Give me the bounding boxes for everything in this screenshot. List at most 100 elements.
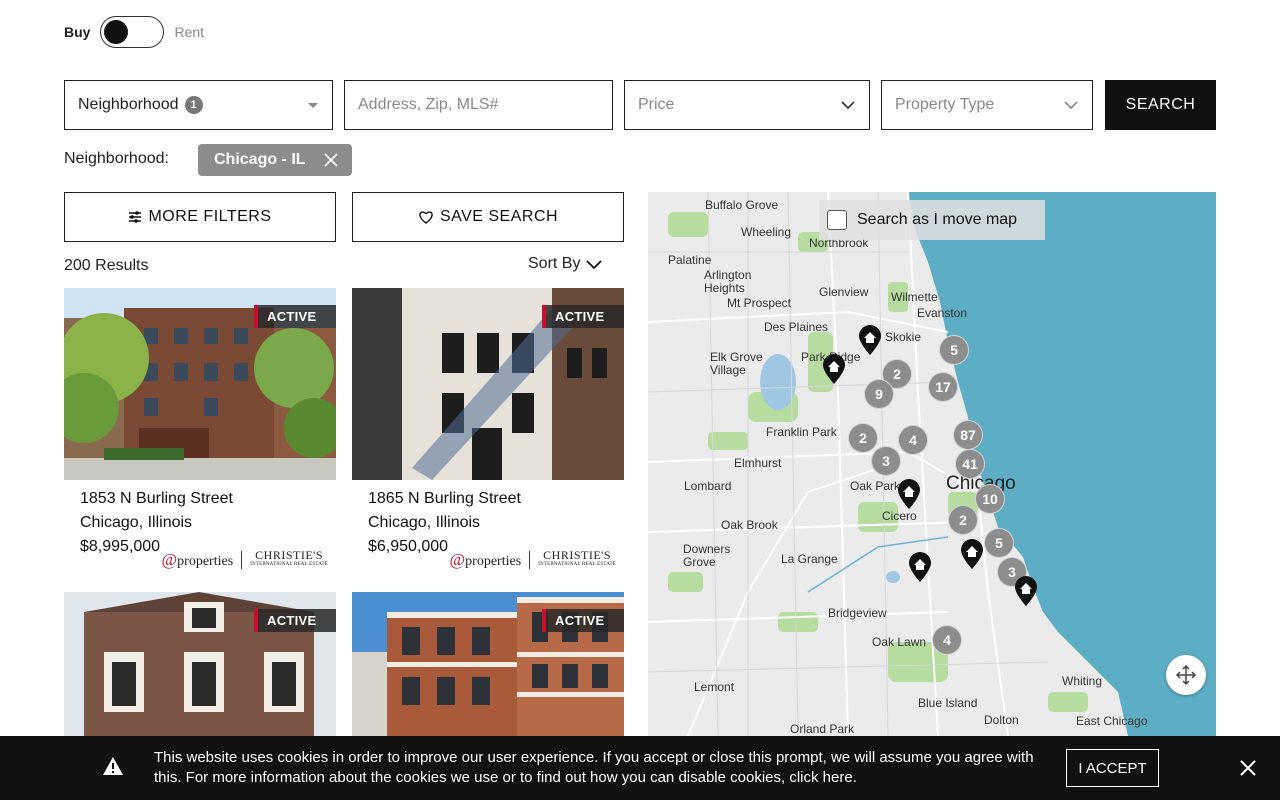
listing-photo[interactable]: ACTIVE: [64, 592, 336, 736]
address-search-input[interactable]: Address, Zip, MLS#: [344, 80, 613, 130]
map-place-label: Glenview: [819, 285, 869, 299]
home-pin-icon[interactable]: [857, 324, 883, 356]
listing-photo[interactable]: ACTIVE: [352, 288, 624, 480]
buy-label[interactable]: Buy: [64, 24, 90, 40]
chevron-down-icon: [1064, 101, 1078, 110]
search-as-move-toggle[interactable]: Search as I move map: [819, 200, 1045, 240]
rent-label[interactable]: Rent: [174, 24, 204, 40]
neighborhood-dropdown[interactable]: Neighborhood 1: [64, 80, 333, 130]
map-cluster[interactable]: 2: [948, 505, 978, 535]
heart-icon: [419, 211, 433, 224]
map-cluster[interactable]: 41: [955, 449, 985, 479]
map-place-label: Elk Grove Village: [710, 350, 763, 377]
christies-logo: CHRISTIE'S INTERNATIONAL REAL ESTATE: [250, 548, 328, 567]
home-pin-icon[interactable]: [1013, 575, 1039, 607]
listing-photo[interactable]: ACTIVE: [352, 592, 624, 736]
map-place-label: Bridgeview: [828, 606, 887, 620]
home-pin-icon[interactable]: [896, 478, 922, 510]
fullscreen-button[interactable]: [1166, 655, 1206, 695]
map-place-label: Des Plaines: [764, 320, 829, 334]
map-place-label: East Chicago: [1076, 714, 1148, 728]
search-as-move-label: Search as I move map: [857, 211, 1018, 228]
listing-card[interactable]: ACTIVE 1853 N Burling Street Chicago, Il…: [64, 288, 336, 580]
listing-street[interactable]: 1865 N Burling Street: [368, 487, 521, 511]
home-pin-icon[interactable]: [821, 353, 847, 385]
map-cluster[interactable]: 87: [953, 420, 983, 450]
map-cluster[interactable]: 4: [932, 625, 962, 655]
map-place-label: Dolton: [984, 713, 1019, 727]
christies-logo: CHRISTIE'S INTERNATIONAL REAL ESTATE: [538, 548, 616, 567]
map-cluster[interactable]: 9: [864, 379, 894, 409]
status-badge: ACTIVE: [254, 305, 336, 328]
listing-price: $8,995,000: [80, 538, 161, 555]
properties-logo: @properties: [449, 550, 522, 569]
property-type-label: Property Type: [895, 96, 995, 113]
map-place-label: Whiting: [1062, 674, 1103, 688]
map-place-label: Franklin Park: [766, 425, 837, 439]
chip-label: Chicago - IL: [214, 151, 306, 168]
save-search-button[interactable]: SAVE SEARCH: [352, 192, 624, 242]
more-filters-label: MORE FILTERS: [148, 208, 272, 225]
chevron-down-icon: [841, 101, 855, 110]
map-cluster[interactable]: 4: [898, 425, 928, 455]
map-cluster[interactable]: 5: [984, 528, 1014, 558]
search-button[interactable]: SEARCH: [1105, 80, 1216, 130]
map-place-label: Elmhurst: [734, 456, 782, 470]
map-place-label: Oak Brook: [721, 518, 778, 532]
cookie-banner: This website uses cookies in order to im…: [0, 736, 1280, 800]
save-search-label: SAVE SEARCH: [439, 208, 559, 225]
status-badge: ACTIVE: [254, 609, 336, 632]
brokerage-logos: @properties CHRISTIE'S INTERNATIONAL REAL…: [449, 548, 616, 570]
close-icon[interactable]: [1238, 758, 1258, 778]
warning-icon: [103, 757, 123, 775]
search-as-move-checkbox[interactable]: [827, 210, 847, 230]
listing-photo[interactable]: ACTIVE: [64, 288, 336, 480]
map-place-label: Oak Lawn: [872, 635, 927, 649]
results-count: 200 Results: [64, 257, 149, 274]
address-placeholder: Address, Zip, MLS#: [358, 96, 499, 113]
listing-street[interactable]: 1853 N Burling Street: [80, 487, 233, 511]
map-cluster[interactable]: 17: [928, 372, 958, 402]
neighborhood-chip[interactable]: Chicago - IL: [198, 144, 352, 176]
buy-rent-switch[interactable]: [100, 16, 165, 48]
expand-arrows-icon: [1175, 664, 1197, 686]
status-badge: ACTIVE: [542, 305, 624, 328]
listing-card[interactable]: ACTIVE: [352, 592, 624, 736]
map-place-label: Mt Prospect: [727, 296, 792, 310]
chevron-down-icon: [586, 260, 603, 270]
home-pin-icon[interactable]: [907, 551, 933, 583]
accept-cookies-button[interactable]: I ACCEPT: [1066, 749, 1159, 787]
map-view[interactable]: Buffalo Grove Wheeling Northbrook Palati…: [648, 192, 1216, 736]
map-cluster[interactable]: 3: [871, 446, 901, 476]
listing-card[interactable]: ACTIVE: [64, 592, 336, 736]
map-place-label: Blue Island: [918, 696, 978, 710]
listing-price: $6,950,000: [368, 538, 449, 555]
map-place-label: Orland Park: [790, 722, 855, 736]
map-place-label: Wilmette: [891, 290, 938, 304]
sort-by-dropdown[interactable]: Sort By: [528, 255, 603, 273]
listing-city: Chicago, Illinois: [80, 514, 193, 531]
map-place-label: Lemont: [694, 680, 735, 694]
map-place-label: Palatine: [668, 253, 712, 267]
sort-by-label: Sort By: [528, 255, 581, 272]
cookie-message: This website uses cookies in order to im…: [154, 749, 1034, 786]
brokerage-logos: @properties CHRISTIE'S INTERNATIONAL REAL…: [162, 548, 328, 570]
neighborhood-filter-label: Neighborhood:: [64, 150, 169, 167]
map-place-label: Arlington Heights: [704, 268, 752, 295]
price-dropdown-label: Price: [638, 96, 675, 113]
home-pin-icon[interactable]: [959, 538, 985, 570]
map-place-label: Downers Grove: [683, 542, 731, 569]
map-cluster[interactable]: 5: [939, 335, 969, 365]
map-place-label: Cicero: [882, 509, 917, 523]
neighborhood-dropdown-label: Neighborhood: [78, 96, 179, 113]
map-cluster[interactable]: 10: [975, 484, 1005, 514]
price-dropdown[interactable]: Price: [624, 80, 870, 130]
property-type-dropdown[interactable]: Property Type: [881, 80, 1093, 130]
map-place-label: Buffalo Grove: [705, 198, 779, 212]
more-filters-button[interactable]: MORE FILTERS: [64, 192, 336, 242]
listing-card[interactable]: ACTIVE 1865 N Burling Street Chicago, Il…: [352, 288, 624, 580]
close-icon[interactable]: [323, 153, 338, 167]
map-place-label: Skokie: [885, 330, 922, 344]
buy-rent-toggle[interactable]: Buy Rent: [64, 16, 204, 48]
map-cluster[interactable]: 2: [848, 423, 878, 453]
